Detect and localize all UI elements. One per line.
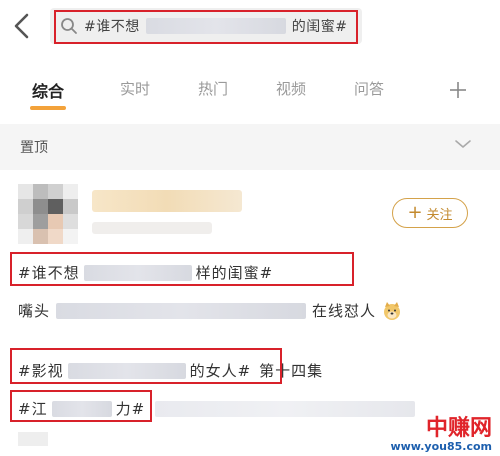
post-text-redacted: [18, 432, 48, 446]
hashtag-redacted: [51, 400, 112, 417]
search-query-prefix: #谁不想: [84, 19, 140, 35]
tab-bar: 综合 实时 热门 视频 问答: [0, 70, 500, 116]
tab-hot[interactable]: 热门: [198, 78, 228, 99]
post-meta-redacted: [92, 222, 212, 234]
search-query-redacted: [145, 18, 286, 34]
tab-comprehensive[interactable]: 综合: [32, 78, 64, 102]
doge-icon: [384, 301, 401, 320]
hashtag-suffix: 力#: [115, 400, 146, 418]
post-text-start: 嘴头: [18, 302, 51, 320]
tab-video[interactable]: 视频: [276, 78, 306, 99]
follow-label: 关注: [426, 207, 453, 223]
top-bar: #谁不想 的闺蜜#: [0, 0, 500, 54]
hashtag-suffix: 的女人#: [189, 362, 252, 380]
hashtag-suffix: 样的闺蜜#: [195, 264, 274, 282]
watermark: 中赚网 www.you85.com: [390, 416, 492, 453]
tab-qa[interactable]: 问答: [354, 78, 384, 99]
tab-realtime[interactable]: 实时: [120, 78, 150, 99]
hashtag-prefix: #江: [18, 400, 48, 418]
avatar[interactable]: [18, 184, 78, 244]
pinned-label: 置顶: [20, 140, 48, 156]
chevron-down-icon[interactable]: [454, 138, 472, 150]
watermark-title: 中赚网: [425, 416, 492, 441]
search-icon: [61, 18, 77, 34]
post-line-1[interactable]: #谁不想 样的闺蜜#: [18, 262, 273, 283]
post-text: 第十四集: [259, 362, 324, 380]
pinned-section[interactable]: 置顶: [0, 124, 500, 170]
post-line-3[interactable]: #影视 的女人# 第十四集: [18, 360, 323, 381]
hashtag-redacted: [67, 362, 186, 379]
search-query: #谁不想 的闺蜜#: [84, 17, 347, 35]
hashtag-prefix: #影视: [18, 362, 64, 380]
post-line-2: 嘴头 在线怼人: [18, 300, 402, 321]
search-query-suffix: 的闺蜜#: [291, 19, 348, 35]
active-tab-indicator: [30, 106, 66, 110]
plus-icon[interactable]: [448, 80, 468, 100]
follow-button[interactable]: + 关注: [392, 198, 468, 228]
back-icon[interactable]: [10, 12, 34, 40]
post-text-end: 在线怼人: [312, 302, 377, 320]
follow-plus-icon: +: [407, 202, 423, 223]
post-line-4[interactable]: #江 力#: [18, 398, 416, 419]
username-redacted[interactable]: [92, 190, 242, 212]
post-text-redacted: [56, 302, 307, 319]
watermark-url: www.you85.com: [390, 440, 492, 453]
post-text-redacted: [155, 400, 416, 417]
hashtag-redacted: [83, 264, 192, 281]
search-input[interactable]: #谁不想 的闺蜜#: [50, 8, 362, 44]
hashtag-prefix: #谁不想: [18, 264, 80, 282]
